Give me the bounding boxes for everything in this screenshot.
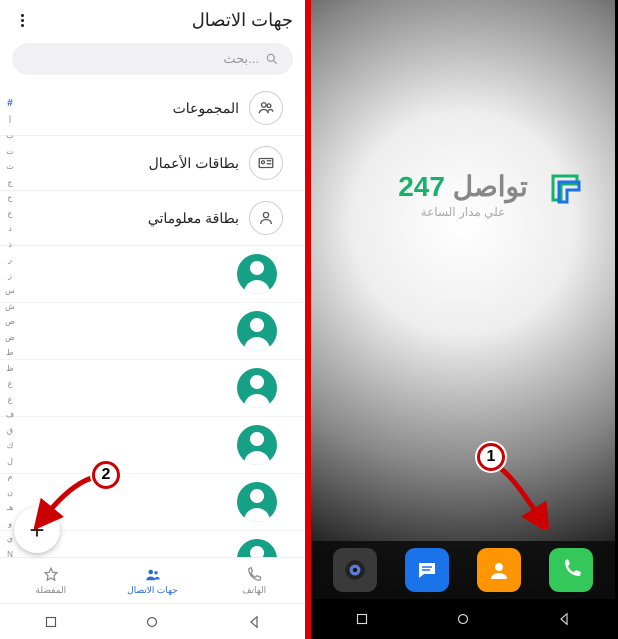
index-letter[interactable]: ز bbox=[3, 271, 17, 280]
tab-contacts-label: جهات الاتصال bbox=[127, 585, 178, 596]
more-menu-icon[interactable] bbox=[12, 11, 32, 31]
contacts-app-screen: جهات الاتصال بحث... المجموعات بطاقات الأ… bbox=[0, 0, 308, 639]
header: جهات الاتصال bbox=[0, 0, 305, 37]
avatar bbox=[237, 425, 277, 465]
index-letter[interactable]: ب bbox=[3, 131, 17, 140]
contact-item[interactable] bbox=[0, 360, 305, 417]
tab-phone-label: الهاتف bbox=[242, 585, 266, 596]
index-letter[interactable]: هـ bbox=[3, 503, 17, 512]
index-letter[interactable]: ص bbox=[3, 317, 17, 326]
nav-home-icon[interactable] bbox=[454, 610, 472, 628]
dock bbox=[311, 541, 615, 599]
watermark-logo-icon bbox=[545, 168, 585, 208]
index-letter[interactable]: ح bbox=[3, 193, 17, 202]
contact-item[interactable] bbox=[0, 417, 305, 474]
contacts-icon bbox=[144, 566, 162, 584]
index-letter[interactable]: س bbox=[3, 286, 17, 295]
android-navbar bbox=[0, 603, 305, 639]
index-letter[interactable]: خ bbox=[3, 209, 17, 218]
nav-recent-icon[interactable] bbox=[353, 610, 371, 628]
nav-back-icon[interactable] bbox=[245, 613, 263, 631]
nav-home-icon[interactable] bbox=[143, 613, 161, 631]
groups-label: المجموعات bbox=[173, 100, 239, 117]
camera-app-icon[interactable] bbox=[333, 548, 377, 592]
index-letter[interactable]: ت bbox=[3, 147, 17, 156]
camera-icon bbox=[342, 557, 368, 583]
index-letter[interactable]: د bbox=[3, 224, 17, 233]
alpha-index[interactable]: #أبتثجحخدذرزسشصضطظعغفقكلمنهـويN bbox=[3, 98, 17, 559]
messages-app-icon[interactable] bbox=[405, 548, 449, 592]
groups-row[interactable]: المجموعات bbox=[0, 81, 305, 136]
index-letter[interactable]: ن bbox=[3, 488, 17, 497]
search-placeholder: بحث... bbox=[223, 51, 259, 67]
tab-contacts[interactable]: جهات الاتصال bbox=[102, 558, 204, 603]
index-letter[interactable]: غ bbox=[3, 395, 17, 404]
nav-back-icon[interactable] bbox=[555, 610, 573, 628]
wallpaper-area: تواصل 247 علي مدار الساعة 1 bbox=[311, 0, 615, 541]
index-letter[interactable]: ع bbox=[3, 379, 17, 388]
tab-favorites[interactable]: المفضلة bbox=[0, 558, 102, 603]
groups-icon bbox=[249, 91, 283, 125]
nav-recent-icon[interactable] bbox=[42, 613, 60, 631]
business-cards-row[interactable]: بطاقات الأعمال bbox=[0, 136, 305, 191]
index-letter[interactable]: ش bbox=[3, 302, 17, 311]
index-letter[interactable]: ق bbox=[3, 426, 17, 435]
avatar bbox=[237, 482, 277, 522]
phone-icon bbox=[245, 566, 263, 584]
index-letter[interactable]: ظ bbox=[3, 364, 17, 373]
callout-2: 2 bbox=[92, 461, 120, 489]
person-icon bbox=[487, 558, 511, 582]
index-letter[interactable]: ل bbox=[3, 457, 17, 466]
index-letter[interactable]: ض bbox=[3, 333, 17, 342]
star-icon bbox=[42, 566, 60, 584]
home-screen: تواصل 247 علي مدار الساعة 1 bbox=[308, 0, 615, 639]
bottom-tabs: المفضلة جهات الاتصال الهاتف bbox=[0, 557, 305, 603]
index-letter[interactable]: ج bbox=[3, 178, 17, 187]
avatar bbox=[237, 311, 277, 351]
callout-1: 1 bbox=[477, 443, 505, 471]
index-letter[interactable]: م bbox=[3, 472, 17, 481]
avatar bbox=[237, 254, 277, 294]
contacts-app-icon[interactable] bbox=[477, 548, 521, 592]
business-cards-label: بطاقات الأعمال bbox=[149, 155, 239, 172]
watermark-number: 247 bbox=[398, 171, 445, 202]
page-title: جهات الاتصال bbox=[32, 10, 293, 31]
index-letter[interactable]: أ bbox=[3, 116, 17, 125]
contact-item[interactable] bbox=[0, 246, 305, 303]
person-icon bbox=[249, 201, 283, 235]
tab-phone[interactable]: الهاتف bbox=[203, 558, 305, 603]
card-icon bbox=[249, 146, 283, 180]
my-info-label: بطاقة معلوماتي bbox=[148, 210, 239, 227]
tab-favorites-label: المفضلة bbox=[36, 585, 67, 596]
index-letter[interactable]: ر bbox=[3, 255, 17, 264]
phone-app-icon[interactable] bbox=[549, 548, 593, 592]
index-letter[interactable]: ذ bbox=[3, 240, 17, 249]
message-icon bbox=[415, 558, 439, 582]
my-info-row[interactable]: بطاقة معلوماتي bbox=[0, 191, 305, 246]
index-letter[interactable]: ط bbox=[3, 348, 17, 357]
android-navbar bbox=[311, 599, 615, 639]
search-icon bbox=[265, 52, 279, 66]
search-input[interactable]: بحث... bbox=[12, 43, 293, 75]
contact-item[interactable] bbox=[0, 303, 305, 360]
index-letter[interactable]: ك bbox=[3, 441, 17, 450]
index-letter[interactable]: N bbox=[3, 550, 17, 559]
index-letter[interactable]: # bbox=[3, 98, 17, 109]
index-letter[interactable]: ف bbox=[3, 410, 17, 419]
avatar bbox=[237, 539, 277, 557]
avatar bbox=[237, 368, 277, 408]
phone-handset-icon bbox=[559, 558, 583, 582]
watermark-text: تواصل bbox=[453, 171, 528, 202]
index-letter[interactable]: ث bbox=[3, 162, 17, 171]
